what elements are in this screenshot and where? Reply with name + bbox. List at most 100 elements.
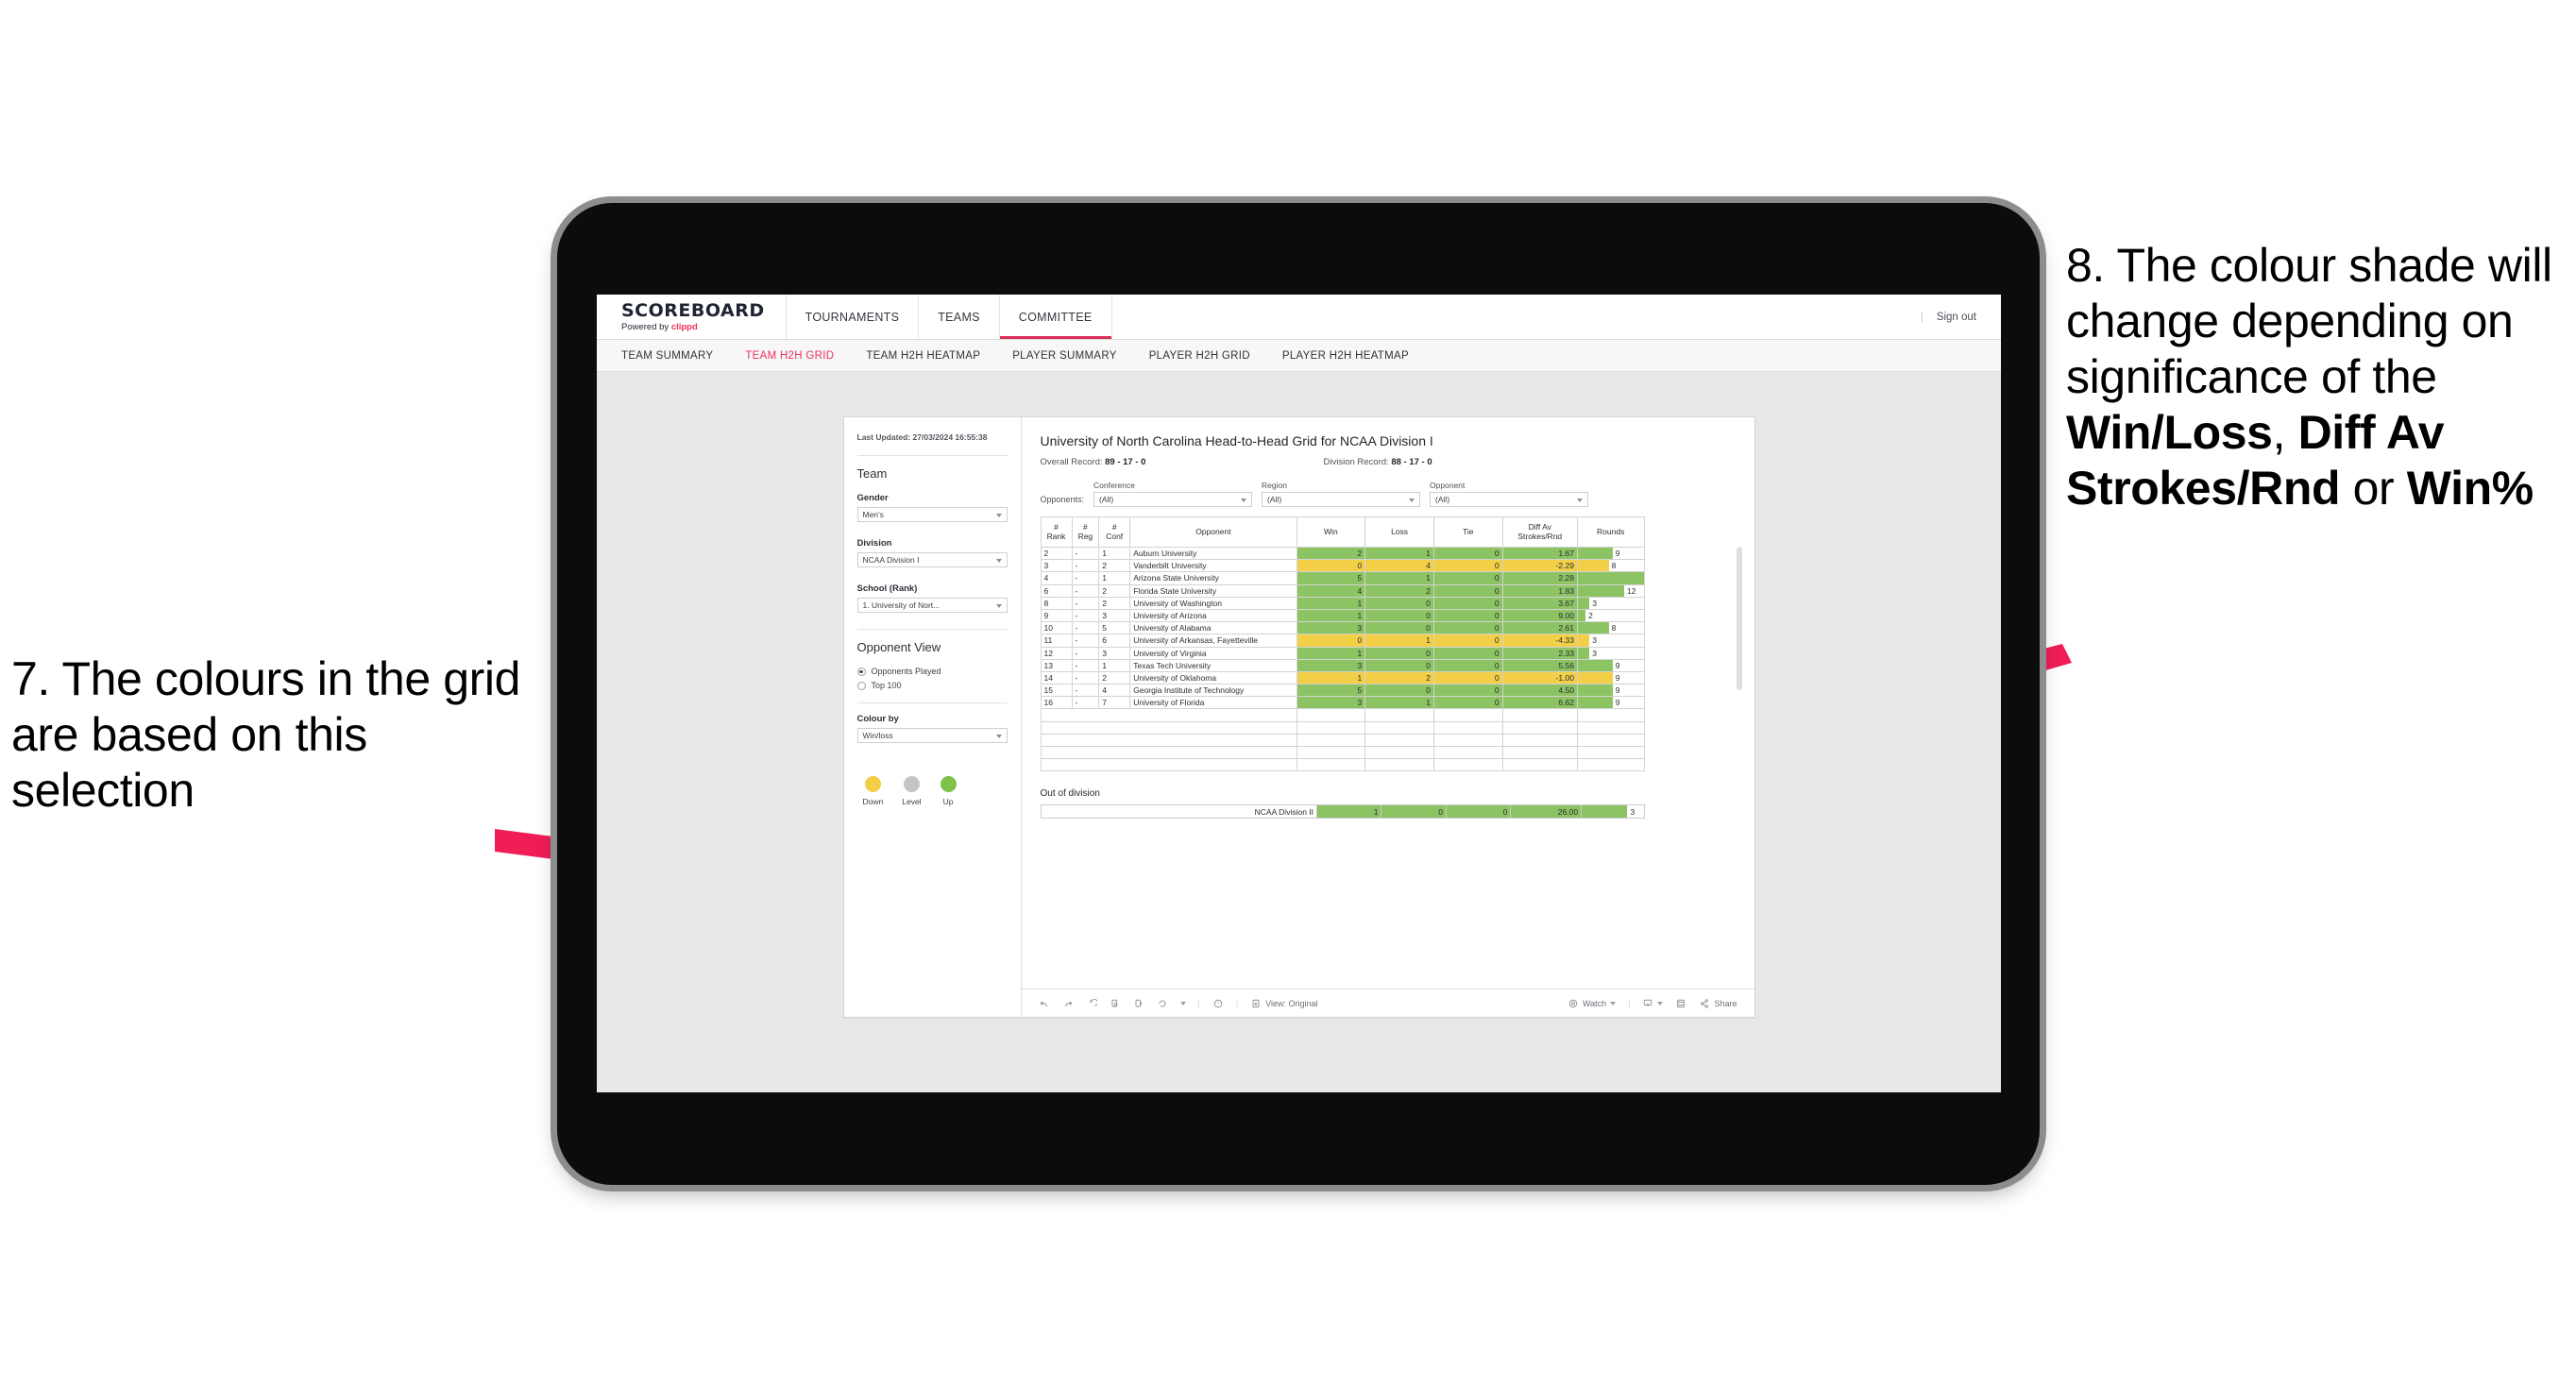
cell-empty: [1576, 708, 1645, 722]
cell-tie: 0: [1432, 583, 1503, 598]
cell-empty: [1501, 720, 1578, 735]
cell-empty: [1576, 720, 1645, 735]
gender-select[interactable]: Men's: [856, 507, 1008, 523]
subnav-player-h2h-grid[interactable]: PLAYER H2H GRID: [1149, 350, 1250, 362]
table-row[interactable]: 4-1Arizona State University5102.2817: [1040, 571, 1645, 585]
chevron-down-icon: [1577, 499, 1584, 502]
cell-win: 3: [1296, 621, 1366, 635]
cell-opponent: University of Arizona: [1129, 608, 1297, 623]
cell-empty: [1576, 745, 1645, 760]
download-button[interactable]: [1642, 998, 1664, 1009]
col-header-diff: Diff Av Strokes/Rnd: [1501, 516, 1578, 548]
col-header-opponent: Opponent: [1129, 516, 1297, 548]
pause-icon[interactable]: [1133, 998, 1144, 1009]
fullscreen-icon[interactable]: [1675, 998, 1686, 1009]
cell-conf: 2: [1098, 596, 1131, 610]
colour-by-select[interactable]: Win/loss: [856, 728, 1008, 744]
table-row[interactable]: 11-6 University of Arkansas, Fayetteville…: [1040, 634, 1645, 648]
division-select[interactable]: NCAA Division I: [856, 552, 1008, 568]
page-root: 7. The colours in the grid are based on …: [0, 0, 2576, 1386]
school-select[interactable]: 1. University of Nort...: [856, 598, 1008, 614]
radio-opponents-played-label: Opponents Played: [871, 667, 941, 677]
chevron-down-icon: [995, 559, 1002, 564]
h2h-grid-header-row: # Rank # Reg # Conf Opponent Win Loss Tie D…: [1040, 516, 1645, 548]
col-header-conf: # Conf: [1098, 516, 1131, 548]
redo-icon[interactable]: [1062, 998, 1074, 1009]
cell-win: 1: [1296, 608, 1366, 623]
ood-win-cell: 1: [1316, 804, 1382, 820]
radio-opponents-played[interactable]: Opponents Played: [856, 667, 1008, 677]
chevron-down-icon: [995, 514, 1002, 518]
rounds-value: 3: [1592, 598, 1597, 608]
ood-loss-cell: 0: [1381, 804, 1447, 820]
toolbar-divider-2: |: [1235, 998, 1239, 1008]
colour-legend: Down Level Up: [857, 759, 1008, 806]
refresh-icon[interactable]: [1110, 998, 1121, 1009]
subnav-team-h2h-grid[interactable]: TEAM H2H GRID: [745, 350, 834, 362]
radio-top-100[interactable]: Top 100: [856, 681, 1008, 690]
header-divider: |: [1920, 311, 1924, 323]
cell-diff: 1.67: [1501, 546, 1578, 561]
nav-tab-committee[interactable]: COMMITTEE: [1000, 295, 1112, 339]
cell-empty: [1576, 758, 1645, 772]
filter-region-select[interactable]: (All): [1262, 492, 1421, 507]
col-header-rank: # Rank: [1040, 516, 1073, 548]
filter-opponent-select[interactable]: (All): [1430, 492, 1589, 507]
rounds-value: 9: [1615, 672, 1620, 683]
cell-rank: 4: [1040, 571, 1073, 585]
table-row[interactable]: 15-4 Georgia Institute of Technology 5 0 0 4.…: [1040, 684, 1645, 698]
subnav-player-summary[interactable]: PLAYER SUMMARY: [1012, 350, 1117, 362]
subnav-team-summary[interactable]: TEAM SUMMARY: [621, 350, 713, 362]
school-value: 1. University of Nort...: [862, 600, 941, 611]
view-icon: [1250, 998, 1262, 1009]
nav-tab-tournaments[interactable]: TOURNAMENTS: [787, 295, 920, 339]
cell-empty: [1432, 745, 1503, 760]
revert-icon[interactable]: [1086, 998, 1097, 1009]
view-original-button[interactable]: View: Original: [1250, 998, 1318, 1009]
table-row[interactable]: 8-2 University of Washington 1 0 0 3.67 3: [1040, 596, 1645, 610]
cell-empty: [1296, 758, 1366, 772]
cell-reg: -: [1071, 646, 1100, 660]
table-row[interactable]: 9-3 University of Arizona 1 0 0 9.00 2: [1040, 608, 1645, 623]
legend-dot-level: [903, 776, 920, 793]
table-row[interactable]: 10-5 University of Alabama 3 0 0 2.61 8: [1040, 621, 1645, 635]
table-row[interactable]: 3-2 Vanderbilt University 0 4 0 -2.29 8: [1040, 559, 1645, 573]
annotation-right-bold3: Win%: [2406, 462, 2534, 515]
share-label: Share: [1714, 998, 1737, 1008]
annotation-left: 7. The colours in the grid are based on …: [11, 652, 520, 817]
cell-reg: -: [1071, 621, 1100, 635]
reset-icon[interactable]: [1157, 998, 1168, 1009]
nav-tab-teams[interactable]: TEAMS: [919, 295, 1000, 339]
help-icon[interactable]: [1212, 998, 1224, 1009]
cell-diff: 1.83: [1501, 583, 1578, 598]
sign-out-link[interactable]: Sign out: [1937, 312, 1976, 323]
subnav-team-h2h-heatmap[interactable]: TEAM H2H HEATMAP: [866, 350, 980, 362]
panel-heading-team: Team: [856, 466, 888, 482]
cell-tie: 0: [1432, 621, 1503, 635]
table-row[interactable]: 12-3 University of Virginia 1 0 0 2.33 3: [1040, 646, 1645, 660]
table-row[interactable]: 13-1 Texas Tech University 3 0 0 5.56 9: [1040, 658, 1645, 672]
undo-icon[interactable]: [1039, 998, 1050, 1009]
cell-rounds: 8: [1576, 621, 1645, 635]
cell-conf: 7: [1098, 696, 1131, 710]
chevron-down-icon[interactable]: [1179, 1001, 1186, 1006]
brand-title: SCOREBOARD: [621, 299, 765, 321]
rounds-value: 8: [1611, 561, 1617, 571]
grid-scrollbar[interactable]: [1736, 547, 1742, 690]
viz-canvas: Last Updated: 27/03/2024 16:55:38 Team G…: [597, 372, 2001, 1092]
table-row[interactable]: 6-2 Florida State University 4 2 0 1.83 12: [1040, 583, 1645, 598]
h2h-grid-table: # Rank # Reg # Conf Opponent Win Loss Tie D…: [1040, 516, 1645, 772]
filter-conference: Conference (All): [1093, 481, 1253, 507]
rounds-bar: [1578, 622, 1609, 634]
filter-conference-select[interactable]: (All): [1093, 492, 1253, 507]
share-button[interactable]: Share: [1699, 998, 1737, 1009]
subnav-player-h2h-heatmap[interactable]: PLAYER H2H HEATMAP: [1282, 350, 1409, 362]
table-row[interactable]: 14-2 University of Oklahoma 1 2 0 -1.00 9: [1040, 670, 1645, 685]
watch-label: Watch: [1582, 998, 1607, 1008]
share-icon: [1699, 998, 1710, 1009]
table-row[interactable]: 2-1 Auburn University 2 1 0 1.67 9: [1040, 546, 1645, 561]
cell-empty: [1364, 720, 1434, 735]
watch-button[interactable]: Watch: [1568, 998, 1617, 1009]
cell-rank: 14: [1040, 670, 1073, 685]
table-row[interactable]: 16-7 University of Florida 3 1 0 6.62 9: [1040, 696, 1645, 710]
